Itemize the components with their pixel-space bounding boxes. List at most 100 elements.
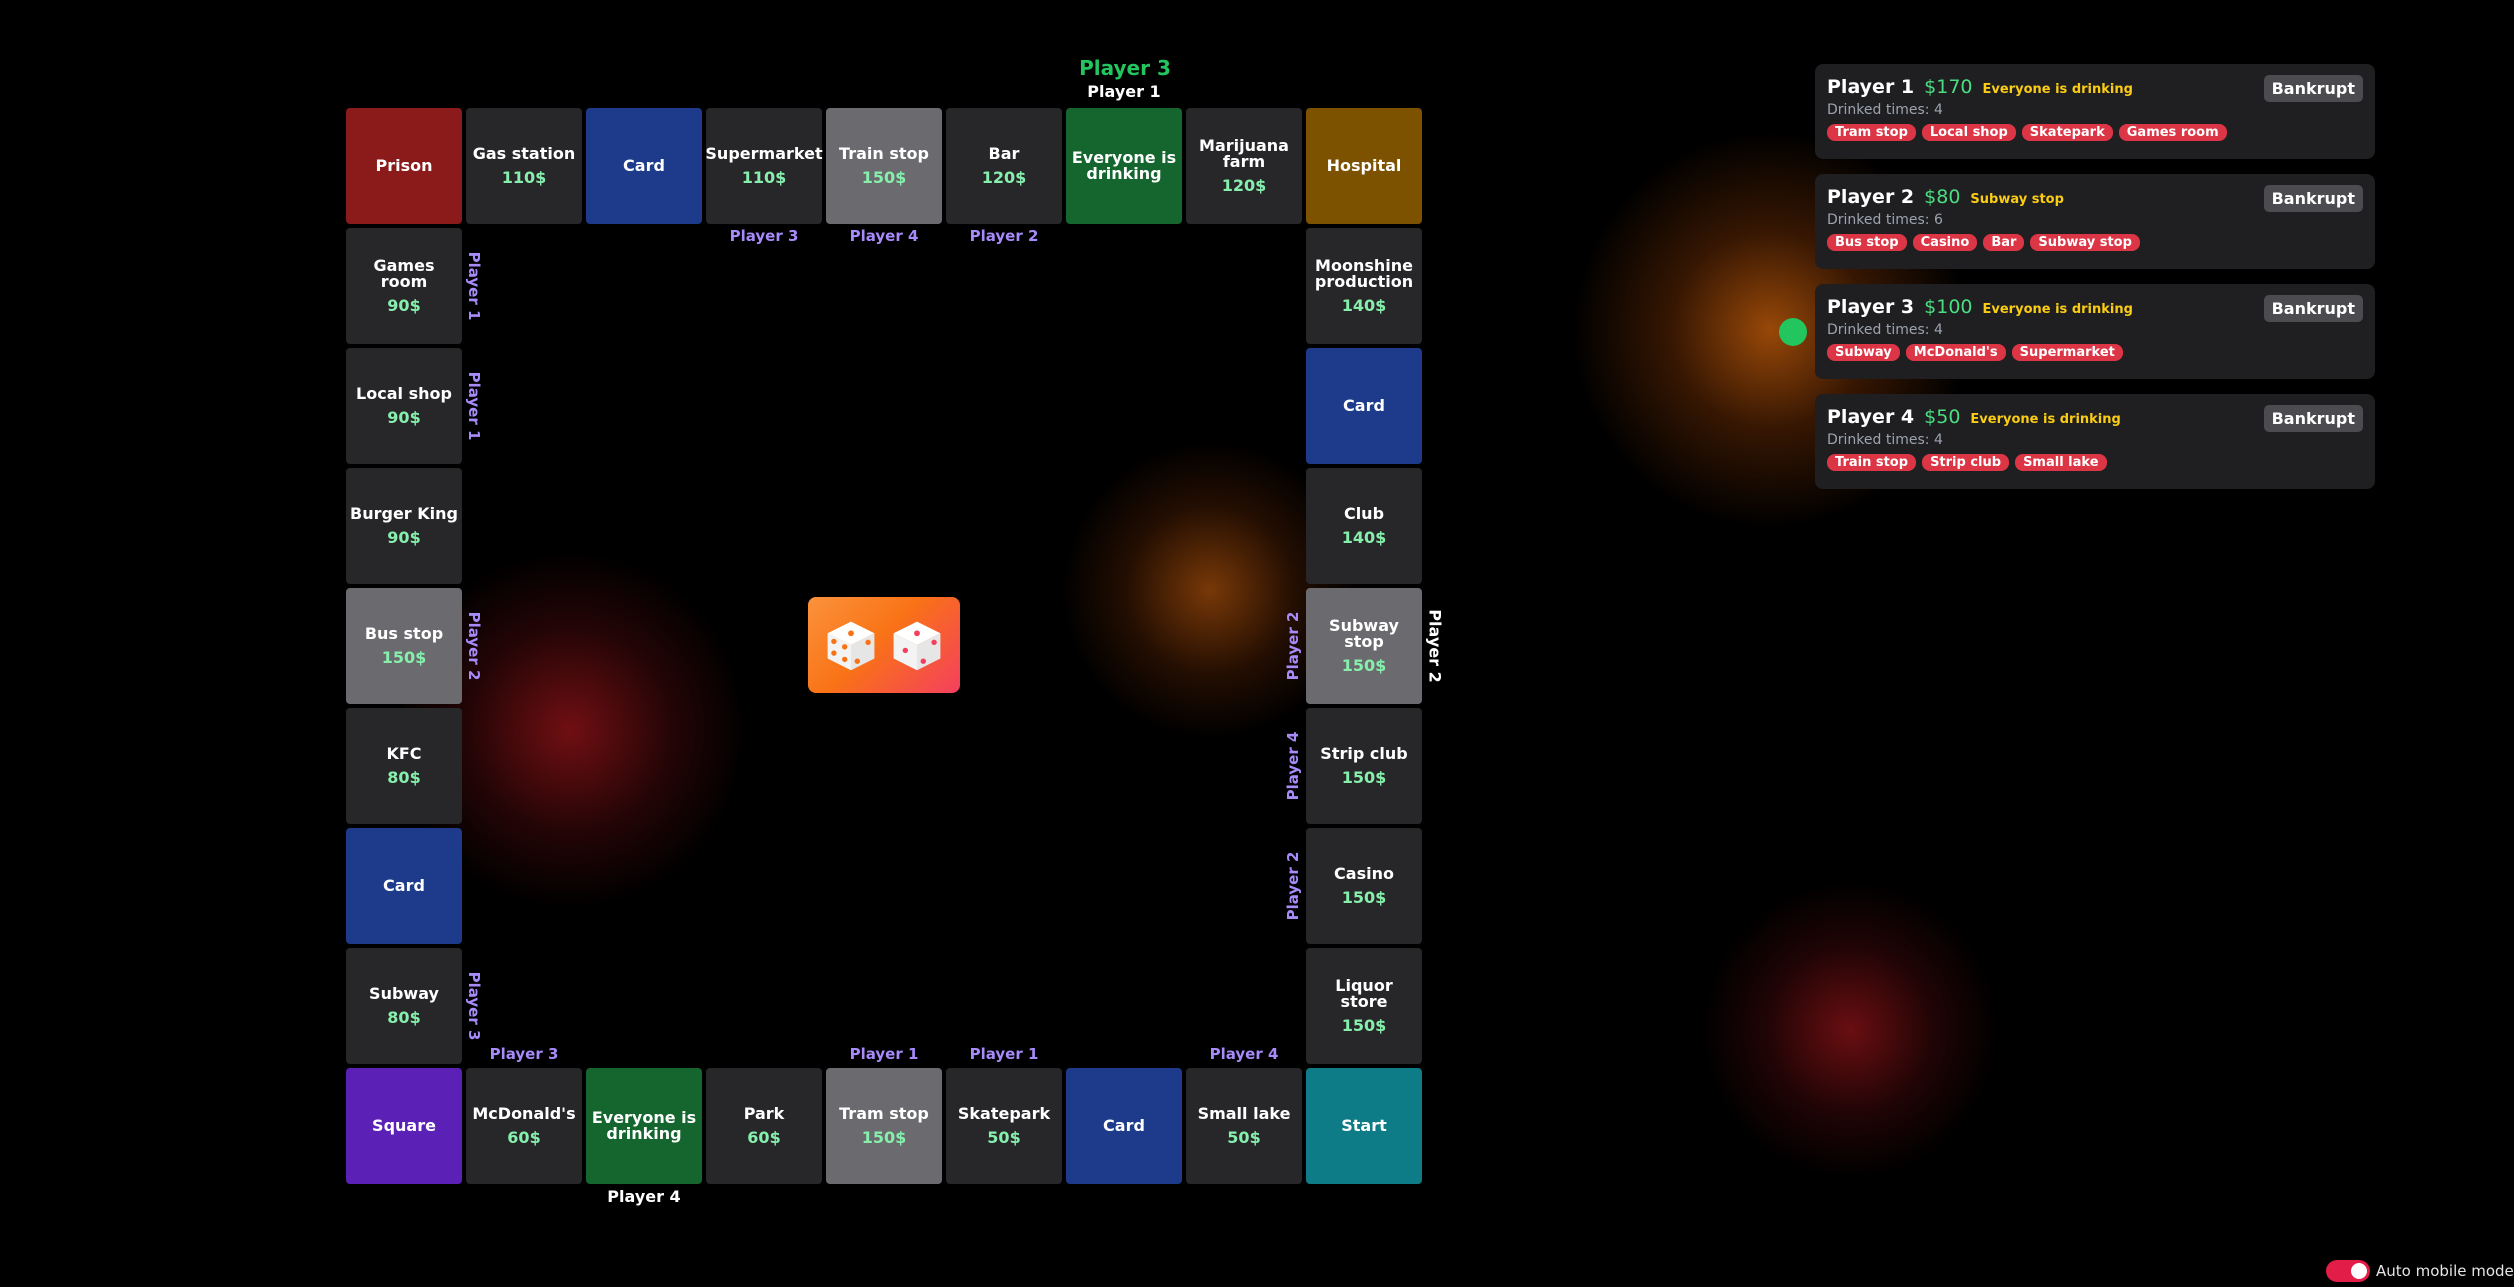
- player-name: Player 4: [1827, 406, 1915, 428]
- bankrupt-button[interactable]: Bankrupt: [2263, 295, 2363, 322]
- owner-label: Player 1: [969, 1045, 1039, 1063]
- tile-name: Everyone is drinking: [1071, 148, 1177, 183]
- tile-price: 50$: [1227, 1127, 1261, 1147]
- tile-strip-club[interactable]: Strip club 150$: [1306, 708, 1422, 824]
- tile-supermarket[interactable]: Supermarket 110$: [705, 108, 823, 224]
- tile-card[interactable]: Card: [1306, 348, 1422, 464]
- tile-skatepark[interactable]: Skatepark 50$: [946, 1068, 1062, 1184]
- drinked-times: Drinked times: 4: [1827, 432, 1943, 448]
- drinked-times: Drinked times: 6: [1827, 212, 1943, 228]
- property-chip: Local shop: [1921, 124, 2016, 141]
- auto-mobile-mode-toggle[interactable]: [2326, 1260, 2370, 1282]
- tile-casino[interactable]: Casino 150$: [1306, 828, 1422, 944]
- tile-card[interactable]: Card: [346, 828, 462, 944]
- tile-name: McDonald's: [472, 1103, 576, 1123]
- player-name: Player 3: [1827, 296, 1915, 318]
- tile-burger-king[interactable]: Burger King 90$: [346, 468, 462, 584]
- tile-local-shop[interactable]: Local shop 90$: [346, 348, 462, 464]
- tile-bar[interactable]: Bar 120$: [946, 108, 1062, 224]
- owner-label: Player 4: [1284, 731, 1302, 801]
- tile-name: Subway: [369, 983, 439, 1003]
- tile-name: Bus stop: [364, 623, 444, 643]
- tile-name: Prison: [375, 156, 433, 175]
- tile-name: Burger King: [350, 503, 458, 523]
- dice-icon: [893, 621, 941, 671]
- owner-label: Player 2: [1284, 851, 1302, 921]
- owner-label: Player 2: [969, 227, 1039, 245]
- dice-icon: [827, 621, 875, 671]
- tile-everyone-drinking[interactable]: Everyone is drinking: [586, 1068, 702, 1184]
- tile-games-room[interactable]: Games room 90$: [346, 228, 462, 344]
- player-panel: Player 2 $80 Subway stop Drinked times: …: [1815, 174, 2375, 269]
- owner-label: Player 1: [465, 371, 483, 441]
- tile-name: Tram stop: [839, 1103, 929, 1123]
- tile-price: 50$: [987, 1127, 1021, 1147]
- tile-park[interactable]: Park 60$: [706, 1068, 822, 1184]
- tile-name: Start: [1341, 1116, 1387, 1135]
- tile-everyone-drinking[interactable]: Everyone is drinking: [1066, 108, 1182, 224]
- tile-price: 90$: [387, 527, 421, 547]
- player-name: Player 1: [1827, 76, 1915, 98]
- tile-marijuana-farm[interactable]: Marijuana farm 120$: [1186, 108, 1302, 224]
- tile-name: Square: [372, 1116, 436, 1135]
- tile-name: KFC: [386, 743, 422, 763]
- tile-subway[interactable]: Subway 80$: [346, 948, 462, 1064]
- tile-tram-stop[interactable]: Tram stop 150$: [826, 1068, 942, 1184]
- property-chip: Strip club: [1922, 454, 2010, 471]
- tile-name: Games room: [373, 255, 435, 291]
- tile-name: Hospital: [1326, 156, 1402, 175]
- property-chip: Casino: [1912, 234, 1978, 251]
- tile-name: Train stop: [839, 143, 929, 163]
- player-money: $80: [1924, 186, 1961, 208]
- owner-label: Player 3: [489, 1045, 559, 1063]
- tile-square[interactable]: Square: [346, 1068, 462, 1184]
- bankrupt-button[interactable]: Bankrupt: [2263, 405, 2363, 432]
- tile-small-lake[interactable]: Small lake 50$: [1186, 1068, 1302, 1184]
- drinked-times: Drinked times: 4: [1827, 322, 1943, 338]
- tile-moonshine-production[interactable]: Moonshine production 140$: [1306, 228, 1422, 344]
- tile-liquor-store[interactable]: Liquor store 150$: [1306, 948, 1422, 1064]
- player-position-marker: Player 1: [1087, 82, 1161, 101]
- auto-mobile-mode-label: Auto mobile mode: [2376, 1262, 2514, 1280]
- tile-name: Everyone is drinking: [591, 1108, 697, 1143]
- tile-kfc[interactable]: KFC 80$: [346, 708, 462, 824]
- tile-club[interactable]: Club 140$: [1306, 468, 1422, 584]
- tile-name: Strip club: [1320, 743, 1408, 763]
- tile-name: Gas station: [472, 143, 576, 163]
- tile-price: 60$: [747, 1127, 781, 1147]
- tile-gas-station[interactable]: Gas station 110$: [466, 108, 582, 224]
- player-status: Everyone is drinking: [1982, 302, 2133, 317]
- tile-name: Subway stop: [1329, 615, 1399, 651]
- tile-bus-stop[interactable]: Bus stop 150$: [346, 588, 462, 704]
- owner-label: Player 3: [465, 971, 483, 1041]
- player-position-marker: Player 4: [607, 1187, 681, 1206]
- property-chip: Bar: [1983, 234, 2025, 251]
- red-glow: [1700, 880, 2000, 1180]
- tile-prison[interactable]: Prison: [346, 108, 462, 224]
- bankrupt-button[interactable]: Bankrupt: [2263, 75, 2363, 102]
- tile-start[interactable]: Start: [1306, 1068, 1422, 1184]
- tile-mcdonalds[interactable]: McDonald's 60$: [466, 1068, 582, 1184]
- tile-subway-stop[interactable]: Subway stop 150$: [1306, 588, 1422, 704]
- tile-card[interactable]: Card: [586, 108, 702, 224]
- tile-price: 140$: [1341, 295, 1387, 315]
- tile-train-stop[interactable]: Train stop 150$: [826, 108, 942, 224]
- tile-price: 140$: [1341, 527, 1387, 547]
- tile-hospital[interactable]: Hospital: [1306, 108, 1422, 224]
- player-money: $170: [1924, 76, 1973, 98]
- property-chip: Small lake: [2015, 454, 2107, 471]
- player-position-marker: Player 2: [1425, 609, 1445, 683]
- tile-name: Card: [623, 156, 665, 175]
- tile-price: 120$: [1221, 175, 1267, 195]
- player-panel: Player 3 $100 Everyone is drinking Drink…: [1815, 284, 2375, 379]
- roll-dice-button[interactable]: [808, 597, 960, 693]
- tile-name: Card: [1103, 1116, 1145, 1135]
- bankrupt-button[interactable]: Bankrupt: [2263, 185, 2363, 212]
- property-chip: Train stop: [1827, 454, 1917, 471]
- tile-name: Liquor store: [1335, 975, 1393, 1011]
- tile-name: Small lake: [1197, 1103, 1291, 1123]
- owner-label: Player 3: [729, 227, 799, 245]
- tile-price: 80$: [387, 767, 421, 787]
- tile-card[interactable]: Card: [1066, 1068, 1182, 1184]
- owner-label: Player 4: [849, 227, 919, 245]
